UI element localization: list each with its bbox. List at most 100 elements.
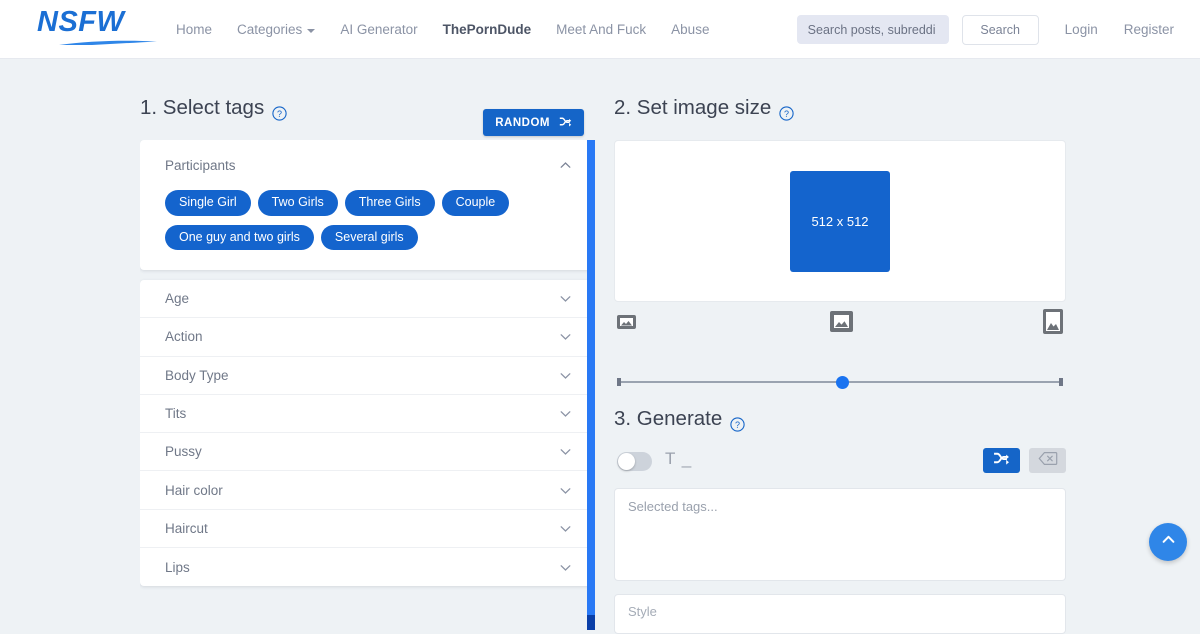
tags-scrollbar[interactable] xyxy=(587,140,595,630)
tag-group-age[interactable]: Age xyxy=(140,280,595,319)
chevron-down-icon[interactable] xyxy=(559,484,572,497)
chevron-down-icon[interactable] xyxy=(559,330,572,343)
select-tags-column: 1. Select tags ? RANDOM Participants Sin… xyxy=(140,91,595,587)
nav-item-abuse[interactable]: Abuse xyxy=(671,22,709,37)
page-body: 1. Select tags ? RANDOM Participants Sin… xyxy=(0,59,1200,634)
tag-group-title: Hair color xyxy=(165,482,223,498)
chevron-down-icon xyxy=(307,28,316,33)
tag-groups-scroll-area[interactable]: Participants Single Girl Two Girls Three… xyxy=(140,140,595,603)
nav-item-theporndude[interactable]: ThePornDude xyxy=(443,22,532,37)
tag-pill[interactable]: Two Girls xyxy=(257,190,338,216)
register-link[interactable]: Register xyxy=(1124,22,1174,37)
generate-controls: T _ xyxy=(614,448,1066,478)
image-size-preview-card: 512 x 512 xyxy=(614,140,1066,302)
nav-item-categories[interactable]: Categories xyxy=(237,22,316,37)
tag-pill[interactable]: One guy and two girls xyxy=(165,224,314,250)
tag-pill[interactable]: Couple xyxy=(441,190,510,216)
step3-heading: 3. Generate ? xyxy=(614,402,745,436)
main-nav: Home Categories AI Generator ThePornDude… xyxy=(176,0,709,59)
scroll-to-top-button[interactable] xyxy=(1149,523,1187,561)
shuffle-icon xyxy=(559,116,572,130)
nav-label: Meet And Fuck xyxy=(556,22,647,37)
backspace-delete-icon xyxy=(1038,451,1058,471)
tag-group-title: Body Type xyxy=(165,367,229,383)
tag-group-title: Lips xyxy=(165,559,190,575)
site-logo[interactable]: NSFW xyxy=(37,7,159,47)
style-field-placeholder: Style xyxy=(628,604,657,619)
step2-heading: 2. Set image size ? xyxy=(614,91,1066,125)
scrollbar-thumb[interactable] xyxy=(587,140,595,615)
nav-label: ThePornDude xyxy=(442,22,532,37)
tag-group-body-type[interactable]: Body Type xyxy=(140,357,595,395)
svg-text:?: ? xyxy=(784,108,789,118)
chevron-up-icon xyxy=(1160,531,1177,553)
image-size-icon-row xyxy=(614,309,1066,335)
image-size-slider[interactable] xyxy=(617,374,1063,390)
nav-label: Home xyxy=(176,22,213,37)
text-cursor-icon: T _ xyxy=(665,449,693,468)
tag-pill[interactable]: Three Girls xyxy=(344,190,435,216)
tag-group-pussy[interactable]: Pussy xyxy=(140,433,595,472)
tag-group-lips[interactable]: Lips xyxy=(140,548,595,586)
image-large-portrait-icon[interactable] xyxy=(1043,309,1063,334)
tag-pill[interactable]: Single Girl xyxy=(165,190,251,216)
chevron-down-icon[interactable] xyxy=(559,522,572,535)
selected-tags-textarea[interactable] xyxy=(614,488,1066,581)
shuffle-tags-button[interactable] xyxy=(983,448,1020,473)
chevron-down-icon[interactable] xyxy=(559,407,572,420)
prompt-mode-toggle[interactable] xyxy=(617,452,652,471)
slider-thumb[interactable] xyxy=(836,376,849,389)
tag-group-participants: Participants Single Girl Two Girls Three… xyxy=(140,140,595,270)
style-field[interactable]: Style xyxy=(614,594,1066,634)
tag-group-title: Pussy xyxy=(165,444,202,460)
tag-group-hair-color[interactable]: Hair color xyxy=(140,471,595,510)
tag-pill-list: Single Girl Two Girls Three Girls Couple… xyxy=(140,190,595,270)
search-input[interactable] xyxy=(796,15,949,44)
nav-label: Categories xyxy=(237,22,303,37)
slider-max-cap xyxy=(1059,378,1063,386)
svg-text:?: ? xyxy=(277,108,282,118)
logo-swoosh-icon xyxy=(41,36,157,45)
svg-text:?: ? xyxy=(735,419,740,429)
help-icon[interactable]: ? xyxy=(779,103,794,121)
tag-group-title: Action xyxy=(165,329,203,345)
tag-group-header[interactable]: Participants xyxy=(140,140,595,190)
search-button[interactable]: Search xyxy=(961,14,1039,45)
site-header: NSFW Home Categories AI Generator ThePor… xyxy=(0,0,1200,59)
tag-group-action[interactable]: Action xyxy=(140,318,595,357)
nav-item-ai-generator[interactable]: AI Generator xyxy=(340,22,417,37)
chevron-down-icon[interactable] xyxy=(559,445,572,458)
toggle-knob xyxy=(618,453,635,470)
random-button-label: RANDOM xyxy=(495,116,550,129)
chevron-down-icon[interactable] xyxy=(559,369,572,382)
logo-text: NSFW xyxy=(37,6,125,38)
login-link[interactable]: Login xyxy=(1065,22,1098,37)
random-button[interactable]: RANDOM xyxy=(483,109,584,136)
chevron-up-icon[interactable] xyxy=(559,159,572,172)
header-actions: Search Login Register xyxy=(796,0,1174,59)
nav-label: Abuse xyxy=(671,22,710,37)
tag-group-title: Age xyxy=(165,291,190,307)
image-size-preview[interactable]: 512 x 512 xyxy=(790,170,890,272)
help-icon[interactable]: ? xyxy=(272,103,287,121)
section-title: 3. Generate xyxy=(614,407,723,430)
nav-item-meet-and-fuck[interactable]: Meet And Fuck xyxy=(556,22,646,37)
scrollbar-end-marker xyxy=(587,615,595,630)
settings-column: 2. Set image size ? 512 x 512 3. Generat… xyxy=(614,91,1066,634)
tag-pill[interactable]: Several girls xyxy=(320,224,418,250)
tag-group-tits[interactable]: Tits xyxy=(140,395,595,434)
help-icon[interactable]: ? xyxy=(730,414,745,432)
tag-group-accordion: Age Action Body Type Tits Pussy Hair col… xyxy=(140,280,595,587)
image-medium-icon[interactable] xyxy=(830,311,853,332)
chevron-down-icon[interactable] xyxy=(559,292,572,305)
slider-min-cap xyxy=(617,378,621,386)
nav-item-home[interactable]: Home xyxy=(176,22,212,37)
tag-group-title: Participants xyxy=(165,157,236,173)
tag-group-title: Haircut xyxy=(165,520,208,536)
shuffle-icon xyxy=(993,451,1010,470)
chevron-down-icon[interactable] xyxy=(559,561,572,574)
clear-tags-button[interactable] xyxy=(1029,448,1066,473)
tag-group-haircut[interactable]: Haircut xyxy=(140,510,595,549)
section-title: 2. Set image size xyxy=(614,96,772,119)
image-small-icon[interactable] xyxy=(617,315,636,329)
